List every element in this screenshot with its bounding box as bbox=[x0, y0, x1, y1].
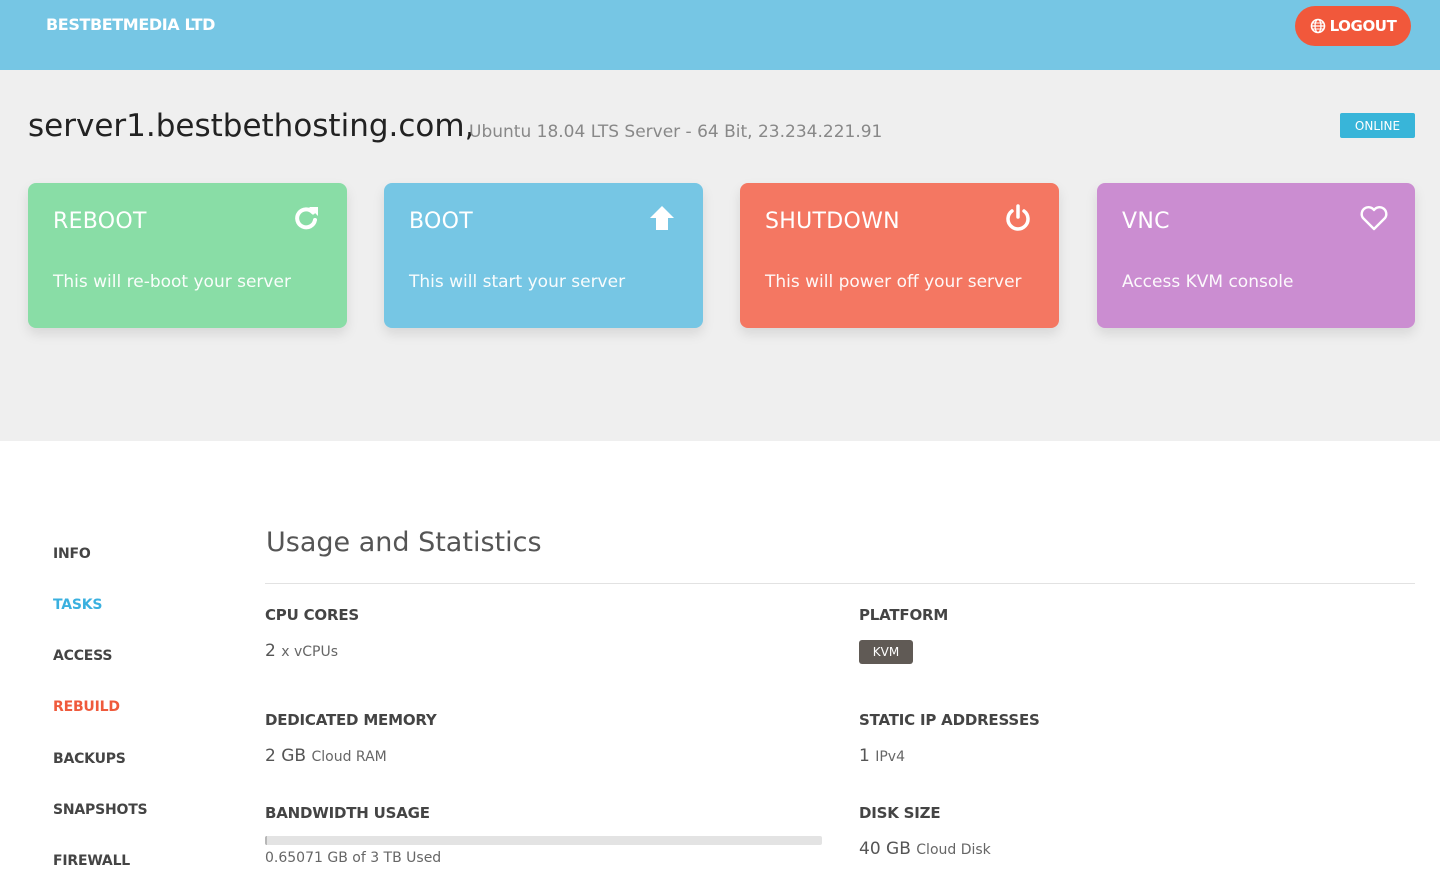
shutdown-card[interactable]: SHUTDOWN This will power off your server bbox=[740, 183, 1059, 328]
shutdown-description: This will power off your server bbox=[765, 272, 1022, 292]
arrow-up-icon bbox=[650, 206, 674, 230]
disk-amount: 40 GB bbox=[859, 839, 911, 859]
sidebar-item-info[interactable]: INFO bbox=[53, 546, 91, 562]
ips-count: 1 bbox=[859, 746, 870, 766]
logout-button[interactable]: LOGOUT bbox=[1295, 6, 1411, 46]
top-navbar: BESTBETMEDIA LTD LOGOUT bbox=[0, 0, 1440, 70]
bandwidth-progress-bar bbox=[265, 836, 822, 845]
sidebar-item-firewall[interactable]: FIREWALL bbox=[53, 853, 130, 869]
sidebar-item-access[interactable]: ACCESS bbox=[53, 648, 112, 664]
cpu-label: CPU CORES bbox=[265, 606, 359, 624]
bandwidth-text: 0.65071 GB of 3 TB Used bbox=[265, 850, 442, 866]
cpu-unit: x vCPUs bbox=[281, 644, 339, 660]
sidebar-item-snapshots[interactable]: SNAPSHOTS bbox=[53, 802, 148, 818]
boot-title: BOOT bbox=[409, 209, 473, 234]
cpu-value: 2 x vCPUs bbox=[265, 641, 338, 661]
shutdown-title: SHUTDOWN bbox=[765, 209, 900, 234]
vnc-title: VNC bbox=[1122, 209, 1170, 234]
cpu-count: 2 bbox=[265, 641, 276, 661]
heart-icon bbox=[1360, 206, 1388, 231]
boot-description: This will start your server bbox=[409, 272, 626, 292]
status-badge: ONLINE bbox=[1340, 113, 1415, 138]
reboot-title: REBOOT bbox=[53, 209, 147, 234]
vnc-card[interactable]: VNC Access KVM console bbox=[1097, 183, 1415, 328]
reboot-card[interactable]: REBOOT This will re-boot your server bbox=[28, 183, 347, 328]
memory-value: 2 GB Cloud RAM bbox=[265, 746, 387, 766]
sidebar-item-backups[interactable]: BACKUPS bbox=[53, 751, 126, 767]
reboot-description: This will re-boot your server bbox=[53, 272, 291, 292]
section-title: Usage and Statistics bbox=[266, 527, 542, 558]
vnc-description: Access KVM console bbox=[1122, 272, 1294, 292]
sidebar-item-rebuild[interactable]: REBUILD bbox=[53, 699, 120, 715]
platform-label: PLATFORM bbox=[859, 606, 949, 624]
disk-value: 40 GB Cloud Disk bbox=[859, 839, 991, 859]
memory-amount: 2 GB bbox=[265, 746, 307, 766]
sidebar-item-tasks[interactable]: TASKS bbox=[53, 597, 103, 613]
disk-label: DISK SIZE bbox=[859, 804, 941, 822]
ips-label: STATIC IP ADDRESSES bbox=[859, 711, 1040, 729]
platform-badge: KVM bbox=[859, 640, 913, 664]
logout-label: LOGOUT bbox=[1329, 17, 1397, 35]
brand-name[interactable]: BESTBETMEDIA LTD bbox=[46, 15, 215, 34]
bandwidth-label: BANDWIDTH USAGE bbox=[265, 804, 430, 822]
server-hostname: server1.bestbethosting.com, bbox=[28, 108, 475, 144]
globe-icon bbox=[1310, 18, 1325, 34]
disk-unit: Cloud Disk bbox=[916, 842, 991, 858]
ips-unit: IPv4 bbox=[875, 749, 905, 765]
power-icon bbox=[1006, 204, 1030, 231]
section-divider bbox=[265, 583, 1415, 584]
memory-label: DEDICATED MEMORY bbox=[265, 711, 437, 729]
ips-value: 1 IPv4 bbox=[859, 746, 905, 766]
refresh-icon bbox=[295, 207, 318, 230]
boot-card[interactable]: BOOT This will start your server bbox=[384, 183, 703, 328]
memory-unit: Cloud RAM bbox=[311, 749, 387, 765]
server-details: Ubuntu 18.04 LTS Server - 64 Bit, 23.234… bbox=[469, 122, 883, 142]
bandwidth-progress-fill bbox=[265, 836, 267, 845]
